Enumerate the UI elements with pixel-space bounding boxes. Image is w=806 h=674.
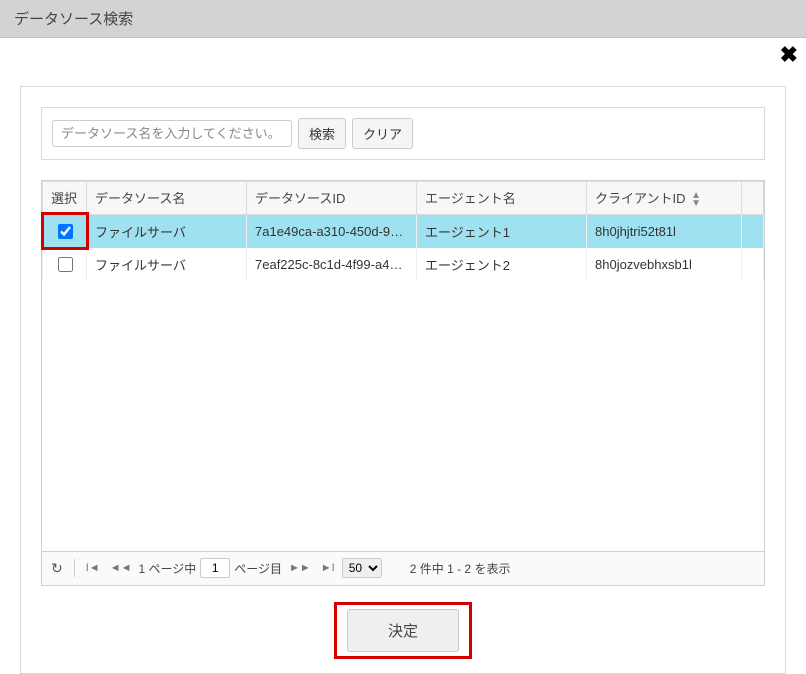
table-header-row: 選択 データソース名 データソースID エージェント名 クライアントID ▲▼ [43,182,764,215]
datasource-name-input[interactable] [52,120,292,147]
content-panel: 検索 クリア 選択 データソース名 データソースID エージェント名 クライアン… [20,86,786,674]
refresh-icon[interactable]: ↻ [48,558,66,579]
decide-highlight: 決定 [334,602,472,659]
col-header-agent[interactable]: エージェント名 [417,182,587,215]
page-prev-icon[interactable]: ◄◄ [107,560,135,576]
row-client: 8h0jozvebhxsb1l [587,248,742,281]
search-button[interactable]: 検索 [298,118,346,149]
sort-icon: ▲▼ [691,192,701,208]
pager-page-suffix: ページ目 [234,560,282,577]
page-size-select[interactable]: 50 [342,558,382,578]
row-agent: エージェント1 [417,214,587,248]
row-id: 7a1e49ca-a310-450d-9e76-10 [247,214,417,248]
table-row[interactable]: ファイルサーバ 7eaf225c-8c1d-4f99-a476-576 エージェ… [43,248,764,281]
results-table: 選択 データソース名 データソースID エージェント名 クライアントID ▲▼ [42,181,764,281]
page-next-icon[interactable]: ►► [286,560,314,576]
row-name: ファイルサーバ [87,248,247,281]
footer: 決定 [41,586,765,665]
page-last-icon[interactable]: ►I [318,560,338,576]
pager-info: 2 件中 1 - 2 を表示 [410,560,511,577]
col-header-client[interactable]: クライアントID ▲▼ [587,182,742,215]
page-number-input[interactable] [200,558,230,578]
row-select-checkbox[interactable] [58,257,73,272]
clear-button[interactable]: クリア [352,118,413,149]
col-header-id[interactable]: データソースID [247,182,417,215]
pager: ↻ I◄ ◄◄ 1 ページ中 ページ目 ►► ►I 50 2 件中 1 - 2 … [42,551,764,585]
grid-empty-area [42,281,764,551]
row-select-cell[interactable] [43,214,87,248]
table-row[interactable]: ファイルサーバ 7a1e49ca-a310-450d-9e76-10 エージェン… [43,214,764,248]
row-id: 7eaf225c-8c1d-4f99-a476-576 [247,248,417,281]
page-first-icon[interactable]: I◄ [83,560,103,576]
close-icon[interactable]: ✖ [780,42,798,68]
dialog-title-bar: データソース検索 [0,0,806,38]
pager-total-prefix: 1 ページ中 [138,560,196,577]
search-bar: 検索 クリア [41,107,765,160]
row-select-cell[interactable] [43,248,87,281]
row-agent: エージェント2 [417,248,587,281]
decide-button[interactable]: 決定 [347,609,459,652]
pager-separator [74,559,75,577]
col-header-name[interactable]: データソース名 [87,182,247,215]
results-grid: 選択 データソース名 データソースID エージェント名 クライアントID ▲▼ [41,180,765,586]
dialog-title: データソース検索 [14,11,133,28]
col-header-spacer [742,182,764,215]
row-client: 8h0jhjtri52t81l [587,214,742,248]
row-name: ファイルサーバ [87,214,247,248]
row-select-checkbox[interactable] [58,224,73,239]
col-header-select[interactable]: 選択 [43,182,87,215]
